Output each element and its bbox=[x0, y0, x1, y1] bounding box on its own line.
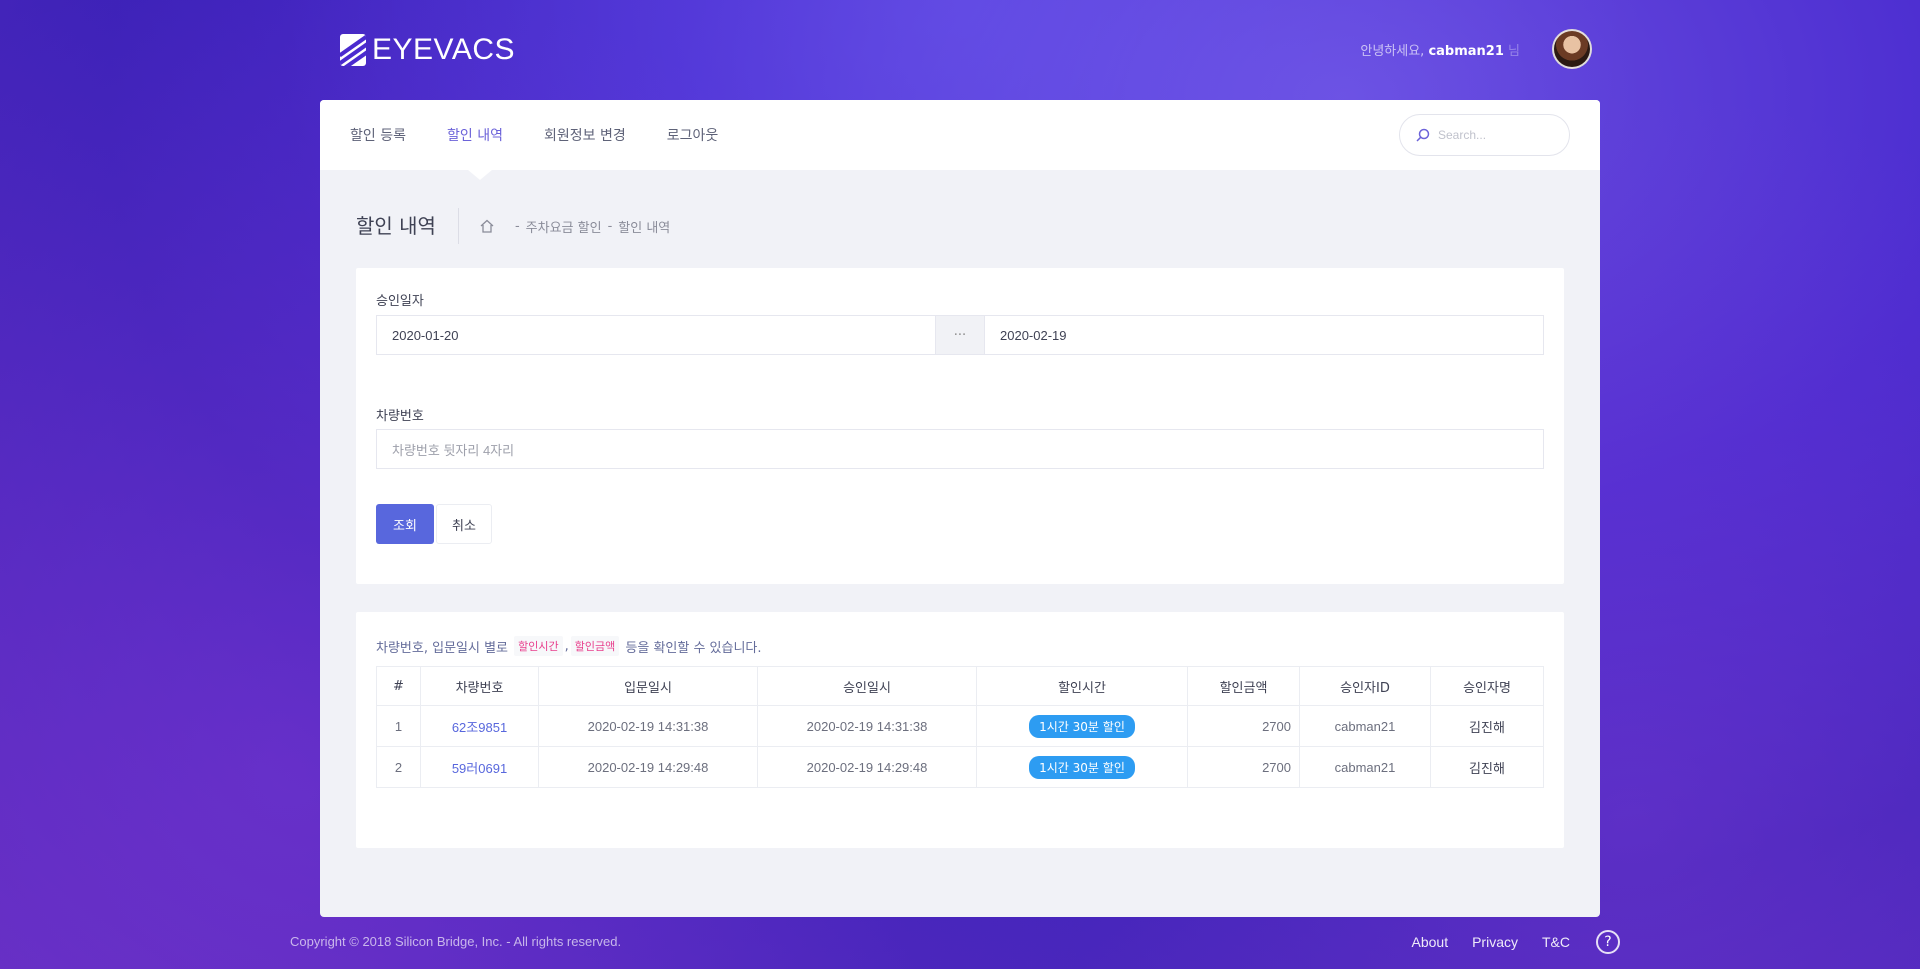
brand-name: EYEVACS bbox=[372, 33, 515, 66]
main-card: 할인 등록 할인 내역 회원정보 변경 로그아웃 할인 내역 - 주차요금 할인… bbox=[320, 100, 1600, 917]
plate-input[interactable]: 차량번호 뒷자리 4자리 bbox=[376, 429, 1544, 469]
breadcrumb-item[interactable]: 할인 내역 bbox=[618, 217, 670, 236]
table-row: 2 59러0691 2020-02-19 14:29:48 2020-02-19… bbox=[376, 746, 1544, 788]
footer-link-tc[interactable]: T&C bbox=[1542, 934, 1570, 950]
column-header: 차량번호 bbox=[420, 666, 539, 706]
nav-item-discount-register[interactable]: 할인 등록 bbox=[350, 125, 406, 145]
discount-badge: 1시간 30분 할인 bbox=[1029, 755, 1135, 779]
help-icon[interactable]: ? bbox=[1596, 930, 1620, 954]
column-header: 승인자명 bbox=[1430, 666, 1544, 706]
plate-label: 차량번호 bbox=[376, 409, 424, 424]
user-greeting: 안녕하세요, cabman21 님 bbox=[1360, 44, 1520, 59]
nav-active-caret bbox=[468, 170, 492, 180]
subheader: 할인 내역 - 주차요금 할인 - 할인 내역 bbox=[356, 208, 670, 244]
date-range-separator: ··· bbox=[936, 315, 984, 355]
nav-item-discount-history[interactable]: 할인 내역 bbox=[447, 125, 503, 145]
column-header: 승인자ID bbox=[1299, 666, 1431, 706]
footer-links: About Privacy T&C bbox=[1412, 934, 1571, 950]
cancel-button[interactable]: 취소 bbox=[436, 504, 492, 544]
column-header: 할인금액 bbox=[1187, 666, 1300, 706]
date-to-input[interactable]: 2020-02-19 bbox=[984, 315, 1544, 355]
search-icon bbox=[1416, 128, 1430, 142]
column-header: 입문일시 bbox=[538, 666, 758, 706]
results-panel: 차량번호, 입문일시 별로 할인시간 , 할인금액 등을 확인할 수 있습니다.… bbox=[356, 612, 1564, 848]
date-from-input[interactable]: 2020-01-20 bbox=[376, 315, 936, 355]
table-header-row: # 차량번호 입문일시 승인일시 할인시간 할인금액 승인자ID 승인자명 bbox=[376, 666, 1544, 706]
copyright: Copyright © 2018 Silicon Bridge, Inc. - … bbox=[290, 934, 622, 949]
filter-panel: 승인일자 2020-01-20 ··· 2020-02-19 차량번호 차량번호… bbox=[356, 268, 1564, 584]
results-description: 차량번호, 입문일시 별로 할인시간 , 할인금액 등을 확인할 수 있습니다. bbox=[376, 636, 762, 656]
search-box bbox=[1399, 114, 1570, 156]
discount-badge: 1시간 30분 할인 bbox=[1029, 714, 1135, 738]
page-title: 할인 내역 bbox=[356, 208, 459, 244]
top-nav: 할인 등록 할인 내역 회원정보 변경 로그아웃 bbox=[320, 100, 1600, 170]
avatar[interactable] bbox=[1552, 29, 1592, 69]
date-range: 2020-01-20 ··· 2020-02-19 bbox=[376, 315, 1544, 355]
nav-item-logout[interactable]: 로그아웃 bbox=[667, 125, 719, 145]
table-row: 1 62조9851 2020-02-19 14:31:38 2020-02-19… bbox=[376, 705, 1544, 747]
footer-link-privacy[interactable]: Privacy bbox=[1472, 934, 1518, 950]
search-button[interactable]: 조회 bbox=[376, 504, 434, 544]
search-input[interactable] bbox=[1438, 128, 1558, 142]
footer-link-about[interactable]: About bbox=[1412, 934, 1449, 950]
breadcrumb: - 주차요금 할인 - 할인 내역 bbox=[479, 217, 670, 236]
date-label: 승인일자 bbox=[376, 294, 424, 309]
breadcrumb-item[interactable]: 주차요금 할인 bbox=[526, 217, 602, 236]
topbar: EYEVACS 안녕하세요, cabman21 님 bbox=[320, 0, 1600, 100]
plate-link[interactable]: 59러0691 bbox=[452, 761, 507, 776]
column-header: 승인일시 bbox=[757, 666, 977, 706]
footer: Copyright © 2018 Silicon Bridge, Inc. - … bbox=[290, 930, 1630, 954]
brand-logo[interactable]: EYEVACS bbox=[340, 33, 515, 67]
column-header: 할인시간 bbox=[976, 666, 1188, 706]
home-icon[interactable] bbox=[479, 218, 495, 234]
column-header: # bbox=[376, 666, 421, 706]
results-table: # 차량번호 입문일시 승인일시 할인시간 할인금액 승인자ID 승인자명 1 … bbox=[376, 666, 1544, 788]
plate-link[interactable]: 62조9851 bbox=[452, 720, 507, 735]
username: cabman21 bbox=[1428, 44, 1504, 59]
logo-icon bbox=[340, 34, 366, 66]
nav-item-member-info[interactable]: 회원정보 변경 bbox=[544, 125, 626, 145]
